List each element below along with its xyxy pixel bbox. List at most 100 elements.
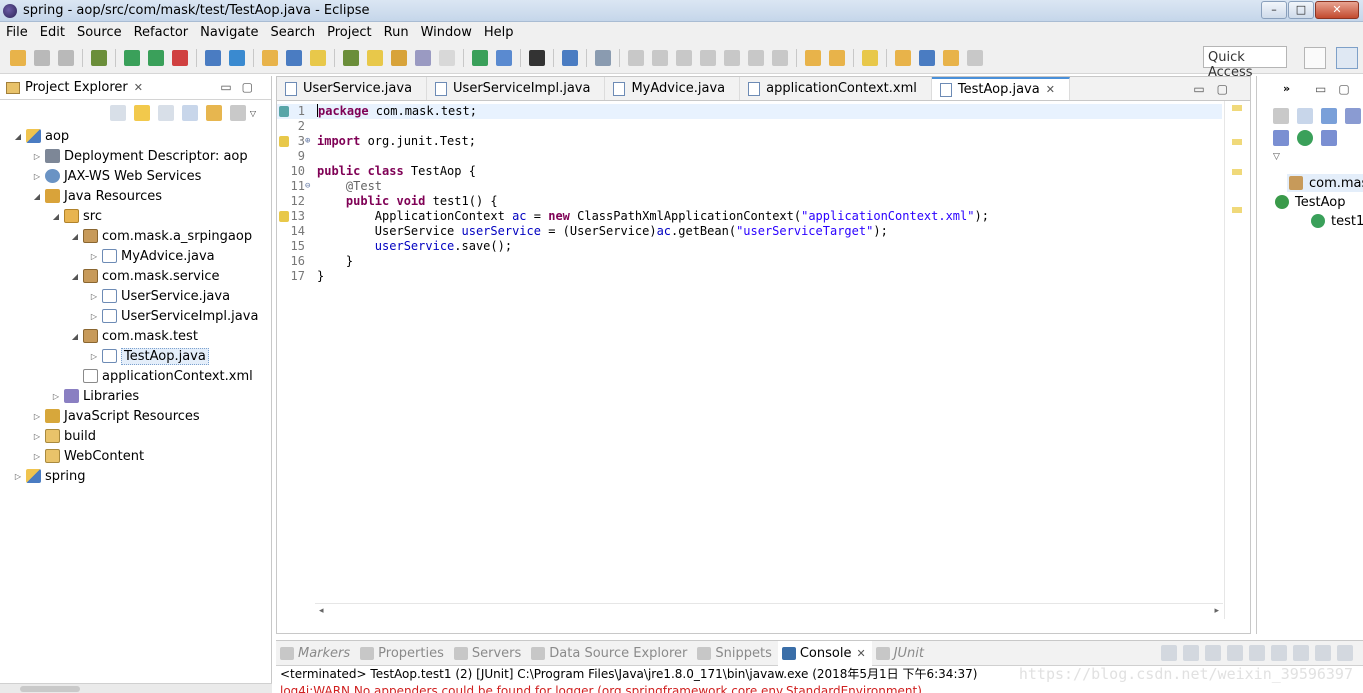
tree-item-userservice-java[interactable]: ▷ UserService.java (0, 286, 271, 306)
tab-servers[interactable]: Servers (450, 646, 527, 661)
tree-item-testaop-java[interactable]: ▷ TestAop.java (0, 346, 271, 366)
code-line-16[interactable]: 16 } (277, 254, 1222, 269)
close-icon[interactable]: ✕ (856, 647, 865, 660)
tree-item-aop[interactable]: ◢ aop (0, 126, 271, 146)
toolbar-icon-37[interactable] (748, 49, 764, 66)
toolbar-icon-19[interactable] (391, 49, 407, 66)
maximize-button[interactable]: □ (1288, 1, 1314, 19)
tree-item-webcontent[interactable]: ▷ WebContent (0, 446, 271, 466)
tree-twisty-icon[interactable]: ▷ (31, 412, 43, 421)
tree-twisty-icon[interactable]: ▷ (31, 432, 43, 441)
minimize-button[interactable]: – (1261, 1, 1287, 19)
outline-view-controls[interactable]: ▭▢ (1315, 82, 1362, 96)
code-line-3[interactable]: 3 ⊕ import org.junit.Test; (277, 134, 1222, 149)
horizontal-scrollbar[interactable] (0, 683, 272, 693)
toolbar-icon-11[interactable] (229, 49, 245, 66)
toolbar-icon-38[interactable] (772, 49, 788, 66)
open-perspective-button[interactable] (1304, 47, 1326, 69)
view-menu-icon[interactable]: ▽ (250, 109, 256, 118)
menu-help[interactable]: Help (478, 25, 520, 40)
scroll-lock-icon[interactable] (1227, 645, 1243, 661)
code-area[interactable]: ◂ ▸ 1 package com.mask.test; 2 3 ⊕ import org… (277, 101, 1250, 619)
menu-navigate[interactable]: Navigate (194, 25, 264, 40)
toolbar-icon-14[interactable] (286, 49, 302, 66)
tree-item-deployment-descriptor-aop[interactable]: ▷ Deployment Descriptor: aop (0, 146, 271, 166)
toolbar-icon-6[interactable] (124, 49, 140, 66)
pin-console-icon[interactable] (1271, 645, 1287, 661)
code-line-10[interactable]: 10 public class TestAop { (277, 164, 1222, 179)
tab-project-explorer[interactable]: Project Explorer ✕ (0, 76, 149, 100)
toolbar-icon-18[interactable] (367, 49, 383, 66)
tab-console[interactable]: Console ✕ (777, 640, 872, 666)
scroll-left-icon[interactable]: ◂ (319, 606, 324, 616)
toolbar-icon-30[interactable] (595, 49, 611, 66)
code-line-9[interactable]: 9 (277, 149, 1222, 164)
tree-twisty-icon[interactable]: ▷ (50, 392, 62, 401)
menu-source[interactable]: Source (71, 25, 128, 40)
toolbar-icon-13[interactable] (262, 49, 278, 66)
toolbar-icon-48[interactable] (967, 49, 983, 66)
tree-item-build[interactable]: ▷ build (0, 426, 271, 446)
tree-twisty-icon[interactable]: ◢ (69, 332, 81, 341)
remove-all-icon[interactable] (1205, 645, 1221, 661)
hide-local-types-icon[interactable] (1297, 130, 1313, 146)
tree-twisty-icon[interactable]: ▷ (88, 252, 100, 261)
toolbar-icon-1[interactable] (34, 49, 50, 66)
remove-launch-icon[interactable] (1183, 645, 1199, 661)
tab-userserviceimpl-java[interactable]: UserServiceImpl.java (427, 77, 606, 100)
expand-fold-icon[interactable]: ⊕ (305, 134, 310, 149)
tab-userservice-java[interactable]: UserService.java (277, 77, 428, 100)
hide-static-icon[interactable] (1345, 108, 1361, 124)
link-icon[interactable] (1321, 130, 1337, 146)
ruler-marker[interactable] (1232, 139, 1242, 145)
toolbar-icon-2[interactable] (58, 49, 74, 66)
menu-refactor[interactable]: Refactor (128, 25, 195, 40)
toolbar-icon-28[interactable] (562, 49, 578, 66)
view-controls[interactable]: ▭▢ (220, 80, 263, 94)
tree-twisty-icon[interactable]: ▷ (88, 292, 100, 301)
display-selected-console-icon[interactable] (1337, 645, 1353, 661)
toolbar-icon-34[interactable] (676, 49, 692, 66)
toolbar-icon-15[interactable] (310, 49, 326, 66)
quick-access-field[interactable]: Quick Access (1203, 46, 1287, 80)
filter-icon[interactable] (229, 105, 246, 121)
code-line-14[interactable]: 14 UserService userService = (UserServic… (277, 224, 1222, 239)
ruler-marker[interactable] (1232, 105, 1242, 111)
tab-markers[interactable]: Markers (276, 646, 356, 661)
toolbar-icon-40[interactable] (805, 49, 821, 66)
word-wrap-icon[interactable] (1249, 645, 1265, 661)
code-line-17[interactable]: 17} (277, 269, 1222, 284)
outline-item-testaop[interactable]: TestAop (1275, 193, 1345, 211)
code-line-15[interactable]: 15 userService.save(); (277, 239, 1222, 254)
toolbar-icon-21[interactable] (439, 49, 455, 66)
tab-junit[interactable]: JUnit (872, 646, 930, 661)
code-line-1[interactable]: 1 package com.mask.test; (277, 104, 1222, 119)
editor-horizontal-scrollbar[interactable]: ◂ ▸ (315, 603, 1223, 619)
editor-view-controls[interactable]: ▭▢ (1193, 82, 1240, 96)
tree-item-applicationcontext-xml[interactable]: applicationContext.xml (0, 366, 271, 386)
toolbar-icon-0[interactable] (10, 49, 26, 66)
tree-item-com-mask-a-srpingaop[interactable]: ◢ com.mask.a_srpingaop (0, 226, 271, 246)
tree-item-javascript-resources[interactable]: ▷ JavaScript Resources (0, 406, 271, 426)
tab-properties[interactable]: Properties (356, 646, 450, 661)
outline-item-test1[interactable]: test1 (1311, 212, 1363, 230)
toolbar-icon-26[interactable] (529, 49, 545, 66)
tab-close-icon[interactable]: ✕ (1046, 83, 1055, 96)
up-icon[interactable] (157, 105, 174, 121)
toolbar-icon-45[interactable] (895, 49, 911, 66)
menu-run[interactable]: Run (378, 25, 415, 40)
tree-twisty-icon[interactable]: ▷ (31, 172, 43, 181)
tree-twisty-icon[interactable]: ◢ (12, 132, 24, 141)
code-line-13[interactable]: 13 ApplicationContext ac = new ClassPath… (277, 209, 1222, 224)
tree-twisty-icon[interactable]: ◢ (69, 232, 81, 241)
tree-item-java-resources[interactable]: ◢ Java Resources (0, 186, 271, 206)
toolbar-icon-43[interactable] (862, 49, 878, 66)
link-with-editor-icon[interactable] (205, 105, 222, 121)
tree-twisty-icon[interactable]: ◢ (69, 272, 81, 281)
close-button[interactable]: ✕ (1315, 1, 1359, 19)
tree-item-spring[interactable]: ▷ spring (0, 466, 271, 486)
toolbar-icon-46[interactable] (919, 49, 935, 66)
outline-menu-icon[interactable]: ▽ (1273, 152, 1280, 162)
code-line-12[interactable]: 12 public void test1() { (277, 194, 1222, 209)
toolbar-icon-41[interactable] (829, 49, 845, 66)
